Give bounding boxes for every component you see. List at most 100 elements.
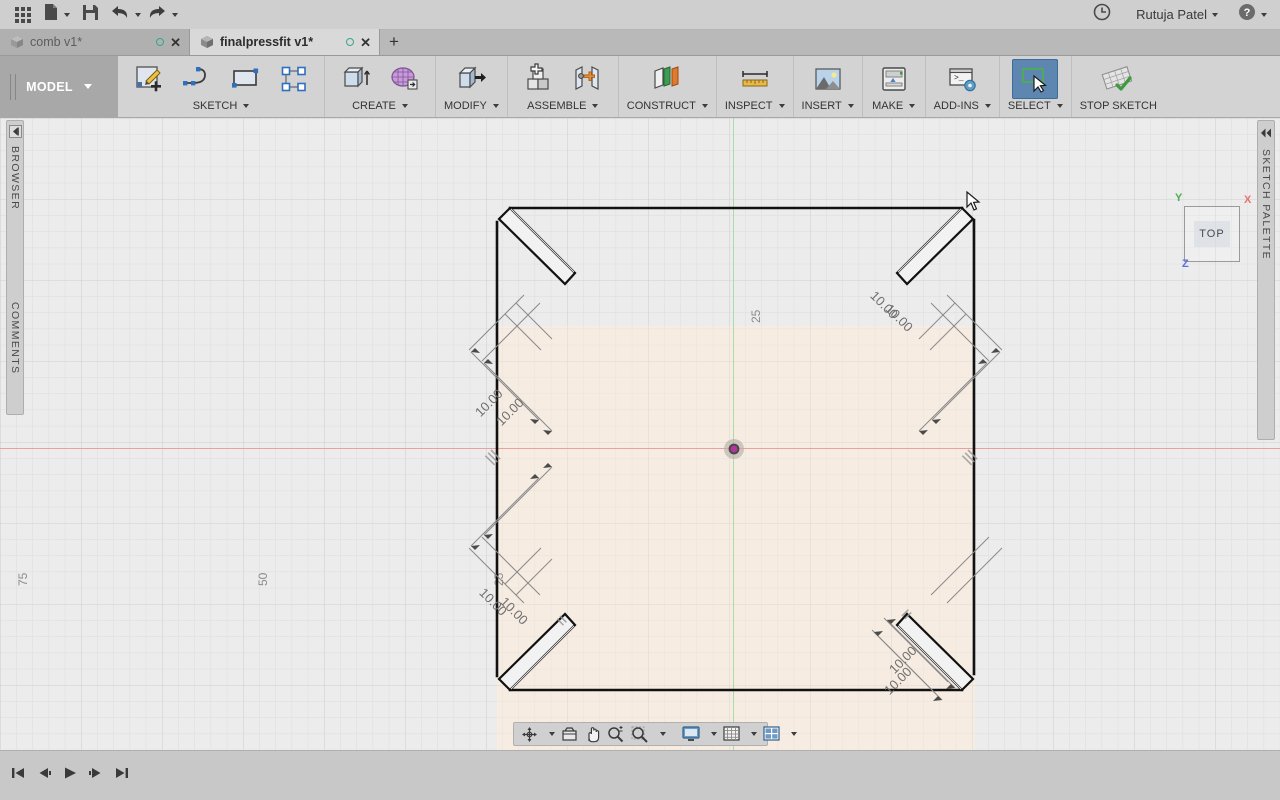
close-tab-icon[interactable]: ✕ (360, 36, 371, 49)
display-settings-dropdown[interactable] (703, 723, 720, 745)
sketch-pattern-button[interactable] (270, 59, 316, 99)
fit-button[interactable] (628, 723, 652, 745)
fit-dropdown[interactable] (652, 723, 669, 745)
save-icon (82, 4, 99, 26)
document-tab-comb[interactable]: comb v1* ✕ (0, 29, 190, 55)
cube-icon (200, 35, 214, 49)
new-file-button[interactable] (40, 2, 73, 28)
ribbon-group-label-addins[interactable]: ADD-INS (934, 100, 991, 112)
app-grid-button[interactable] (6, 2, 40, 28)
left-panel-rail: BROWSER COMMENTS (6, 120, 24, 415)
svg-text:?: ? (1244, 7, 1251, 19)
view-cube-box[interactable]: TOP (1184, 206, 1240, 262)
mouse-cursor (966, 190, 982, 211)
chevron-down-icon (751, 732, 757, 736)
play-button[interactable] (58, 761, 82, 785)
view-cube[interactable]: TOP Y X Z (1175, 192, 1251, 270)
joint-button[interactable] (564, 59, 610, 99)
chevron-down-icon (64, 12, 70, 17)
chevron-down-icon (778, 104, 785, 108)
ruler-label-25-x: 25 (492, 572, 506, 586)
ribbon-group-label-make[interactable]: MAKE (872, 100, 916, 112)
collapse-right-icon[interactable] (1260, 125, 1273, 143)
viewports-button[interactable] (760, 723, 783, 745)
select-tool-button[interactable] (1012, 59, 1059, 99)
chevron-down-icon (592, 104, 599, 108)
press-pull-button[interactable] (448, 59, 494, 99)
form-button[interactable] (381, 59, 427, 99)
ruler-label-50: 50 (256, 572, 270, 586)
workspace-switcher[interactable]: MODEL (0, 56, 118, 117)
ribbon-group-label-modify[interactable]: MODIFY (444, 100, 499, 112)
look-at-button[interactable] (558, 723, 581, 745)
ribbon-group-label-sketch[interactable]: SKETCH (193, 100, 250, 112)
svg-text:>_: >_ (954, 74, 964, 83)
ribbon-group-label-assemble[interactable]: ASSEMBLE (527, 100, 599, 112)
user-menu[interactable]: Rutuja Patel (1133, 2, 1221, 28)
grid-snaps-dropdown[interactable] (743, 723, 760, 745)
new-component-button[interactable] (516, 59, 562, 99)
measure-button[interactable] (732, 59, 778, 99)
x-axis-line (0, 448, 1280, 449)
sidebar-item-comments[interactable]: COMMENTS (9, 302, 21, 374)
save-button[interactable] (73, 2, 107, 28)
zoom-button[interactable] (604, 723, 628, 745)
help-menu[interactable]: ? (1235, 2, 1270, 28)
chevron-down-icon (791, 732, 797, 736)
file-icon (43, 3, 59, 26)
ribbon-group-sketch: SKETCH (118, 56, 325, 117)
display-settings-button[interactable] (679, 723, 703, 745)
redo-button[interactable] (144, 2, 181, 28)
ribbon-toolbar: MODEL SKETCH CREATE MODIFY ASSEMBLE CONS… (0, 56, 1280, 118)
orbit-dropdown[interactable] (541, 723, 558, 745)
viewports-dropdown[interactable] (783, 723, 800, 745)
stop-sketch-button[interactable] (1095, 59, 1141, 99)
new-tab-button[interactable]: + (380, 29, 408, 55)
document-tab-finalpressfit[interactable]: finalpressfit v1* ✕ (190, 29, 380, 55)
ribbon-group-label-construct[interactable]: CONSTRUCT (627, 100, 708, 112)
chevron-down-icon (1212, 12, 1218, 17)
undo-icon (110, 4, 130, 25)
timeline-bar (0, 750, 1280, 800)
chevron-down-icon (172, 12, 178, 17)
3d-print-button[interactable] (871, 59, 917, 99)
view-cube-face-label[interactable]: TOP (1194, 221, 1230, 247)
ribbon-group-label-stop-sketch[interactable]: STOP SKETCH (1080, 100, 1157, 112)
extrude-button[interactable] (333, 59, 379, 99)
ribbon-group-assemble: ASSEMBLE (508, 56, 619, 117)
chevron-down-icon (701, 104, 708, 108)
collapse-left-icon[interactable] (8, 125, 22, 138)
jump-to-beginning-button[interactable] (6, 761, 30, 785)
step-back-button[interactable] (32, 761, 56, 785)
ribbon-group-label-inspect[interactable]: INSPECT (725, 100, 785, 112)
rectangle-button[interactable] (222, 59, 268, 99)
navigation-toolbar (513, 722, 797, 746)
spline-button[interactable] (174, 59, 220, 99)
step-forward-button[interactable] (84, 761, 108, 785)
undo-button[interactable] (107, 2, 144, 28)
document-tab-bar: comb v1* ✕ finalpressfit v1* ✕ + (0, 29, 1280, 56)
close-tab-icon[interactable]: ✕ (170, 36, 181, 49)
create-sketch-button[interactable] (126, 59, 172, 99)
jump-to-end-button[interactable] (110, 761, 134, 785)
pan-button[interactable] (581, 723, 604, 745)
chevron-down-icon (83, 84, 92, 89)
grid-snaps-button[interactable] (720, 723, 743, 745)
history-button[interactable] (1085, 2, 1119, 28)
insert-button[interactable] (805, 59, 851, 99)
offset-plane-button[interactable] (644, 59, 690, 99)
ribbon-group-create: CREATE (325, 56, 436, 117)
sidebar-item-sketch-palette[interactable]: SKETCH PALETTE (1260, 149, 1272, 260)
orbit-button[interactable] (518, 723, 541, 745)
ribbon-group-label-create[interactable]: CREATE (352, 100, 408, 112)
ribbon-group-label-select[interactable]: SELECT (1008, 100, 1063, 112)
unsaved-indicator-icon (156, 38, 165, 46)
cube-icon (10, 35, 24, 49)
sketch-canvas[interactable]: 75 50 25 25 10.00 10.00 10.00 10.00 10.0… (0, 118, 1280, 750)
sketch-origin-point[interactable] (723, 438, 745, 460)
y-axis-line (733, 118, 734, 750)
scripts-addins-button[interactable]: >_ (939, 59, 985, 99)
ribbon-group-label-insert[interactable]: INSERT (802, 100, 854, 112)
sidebar-item-browser[interactable]: BROWSER (9, 146, 21, 210)
chevron-down-icon (909, 104, 916, 108)
